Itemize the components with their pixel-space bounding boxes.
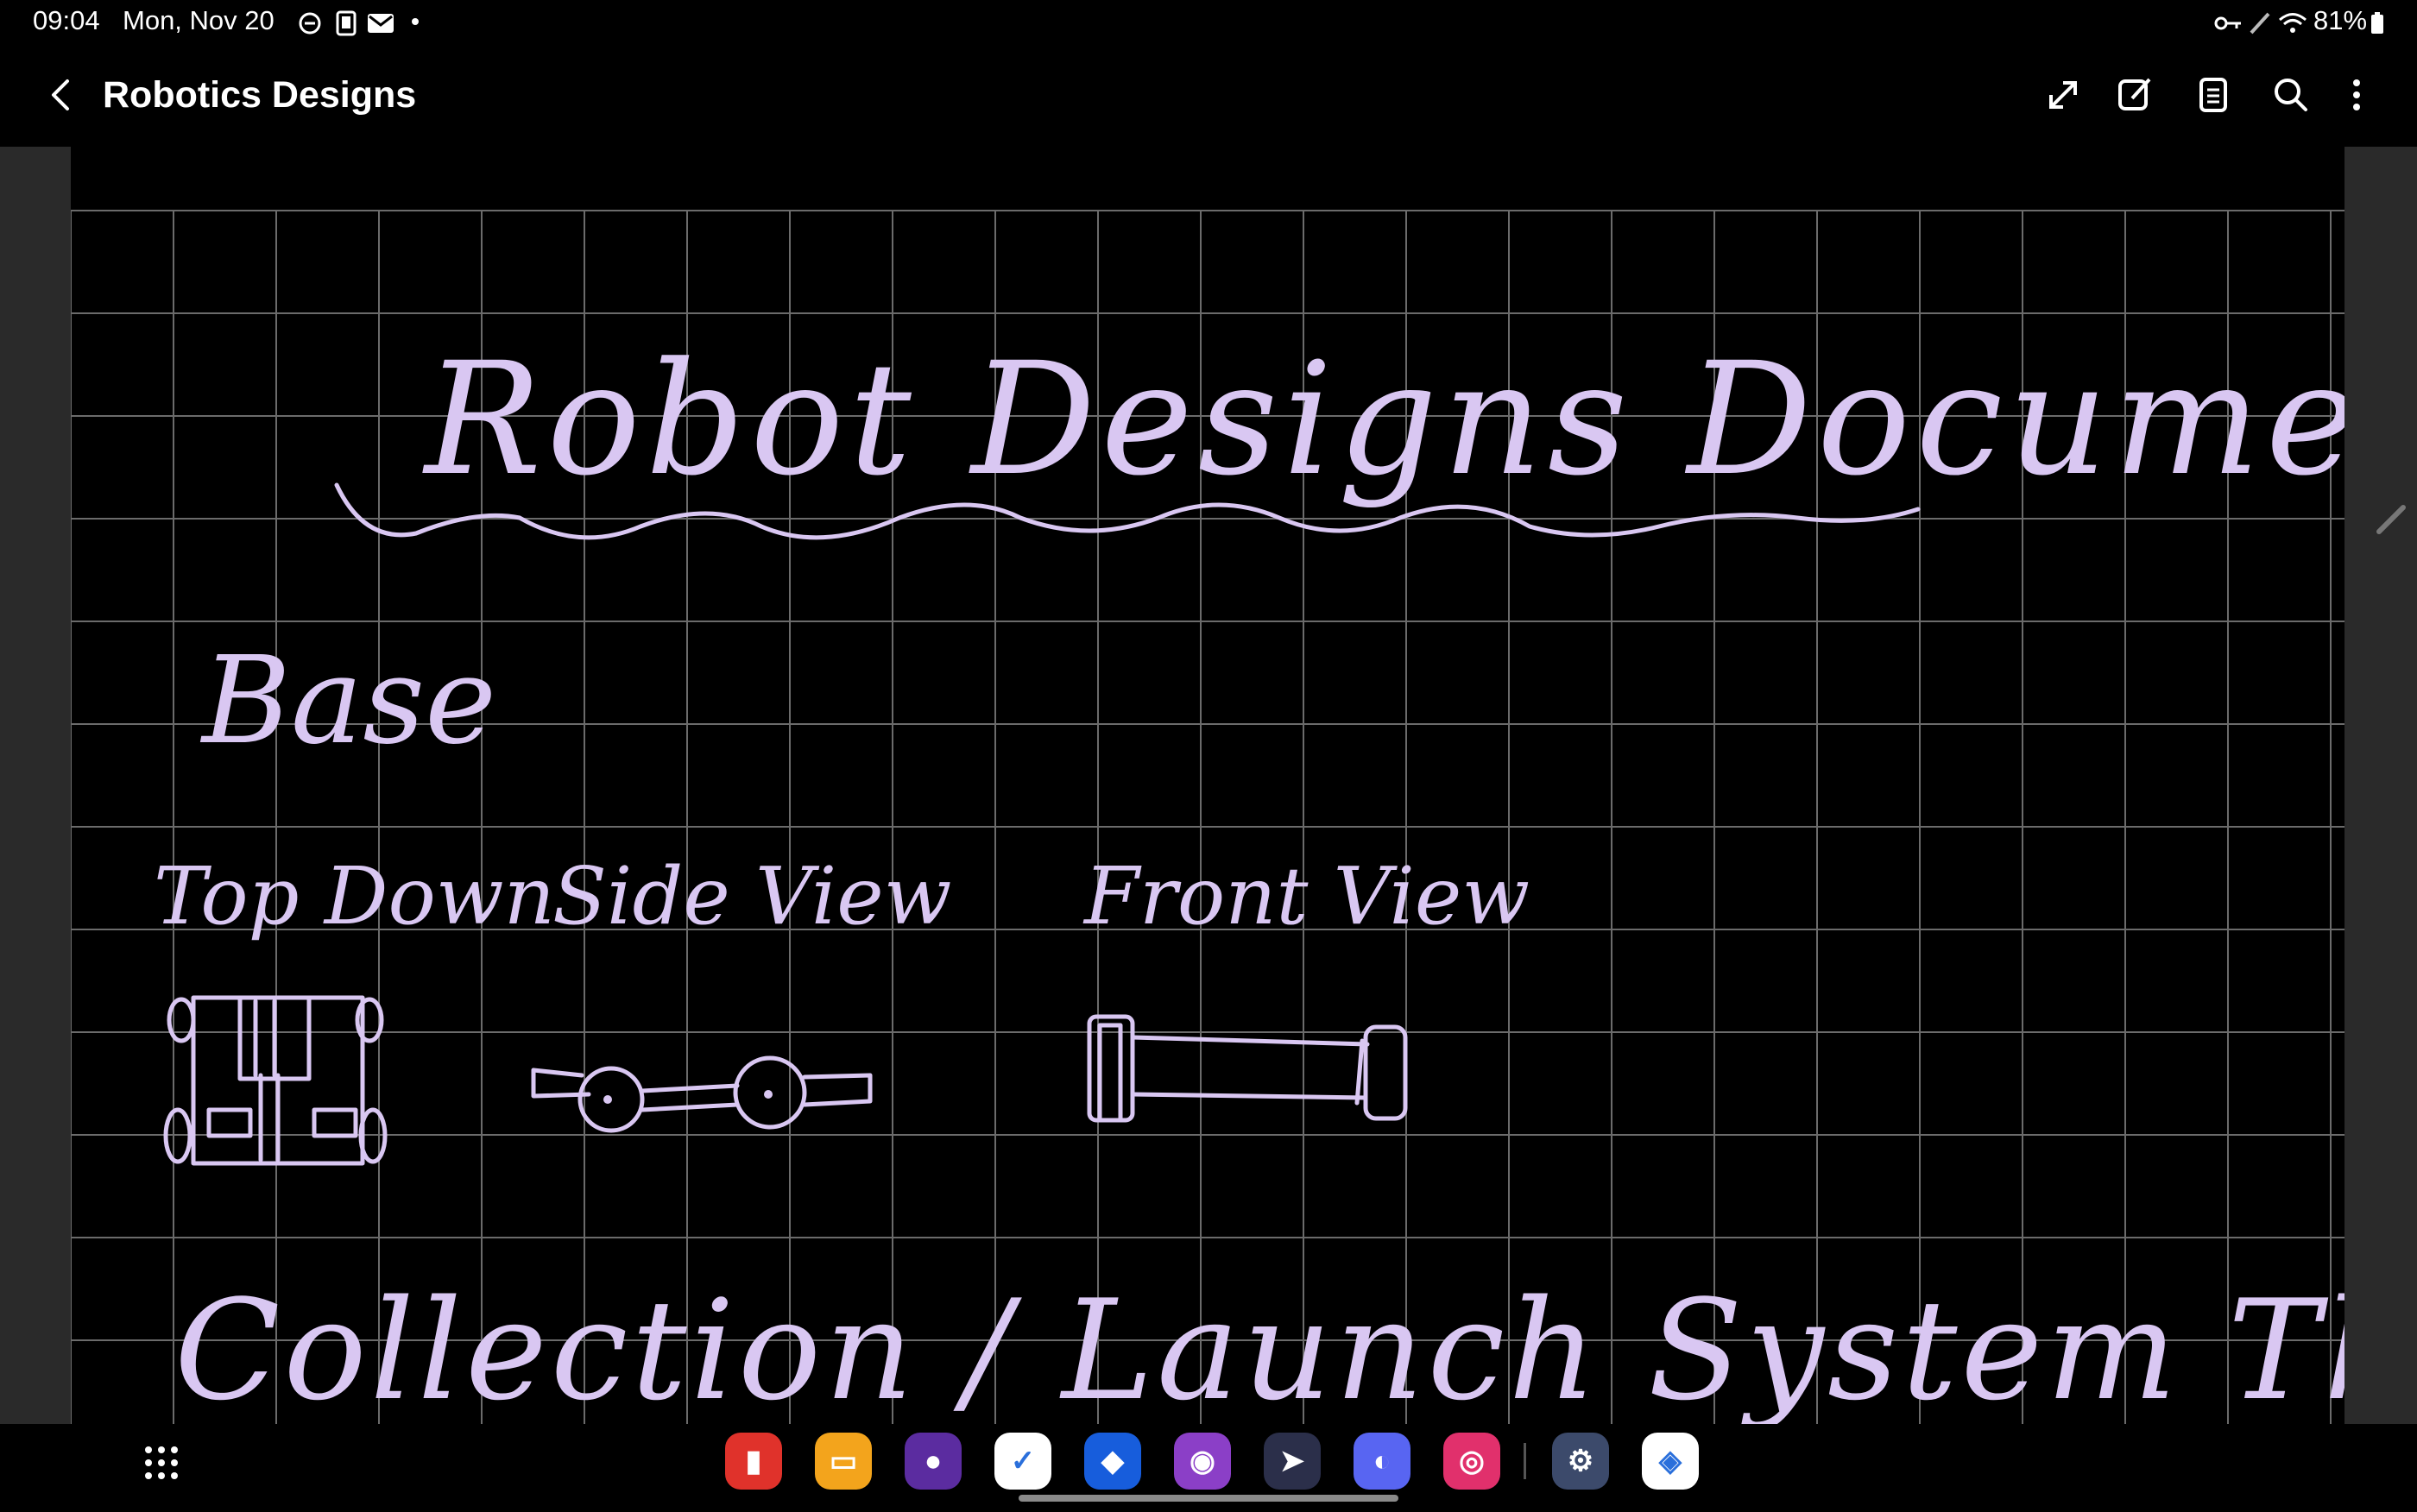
settings-app-icon[interactable]: ⚙ xyxy=(1552,1433,1609,1490)
view-top-down-label: Top Down xyxy=(154,850,555,942)
pages-icon[interactable] xyxy=(2187,69,2239,121)
discord-glyph: ◐ xyxy=(1373,1445,1392,1477)
notes-app-icon[interactable]: ▮ xyxy=(725,1433,782,1490)
key-icon xyxy=(2214,16,2241,30)
phone-screen-icon xyxy=(336,10,357,36)
rocket-app-icon[interactable]: ➤ xyxy=(1264,1433,1321,1490)
search-icon[interactable] xyxy=(2265,69,2317,121)
taskbar: ▮ ▭ ● ✓ ◆ ◉ ➤ ◐ ◎ ⚙ ◈ xyxy=(0,1424,2417,1512)
taskbar-divider xyxy=(1524,1443,1526,1479)
photos-glyph: ◈ xyxy=(1658,1445,1682,1477)
bitwarden-app-icon[interactable]: ◆ xyxy=(1084,1433,1141,1490)
battery-percent: 81% xyxy=(2313,5,2368,35)
all-apps-grid-icon[interactable] xyxy=(140,1441,183,1484)
note-title: Robotics Designs xyxy=(103,74,417,116)
handwriting-canvas: Robot Designs Document Base Top Down Sid… xyxy=(71,210,2344,1424)
heading-text: Robot Designs Document xyxy=(422,330,2344,510)
status-bar: 09:04 Mon, Nov 20 81% xyxy=(0,0,2417,45)
edge-pen-handle-icon[interactable] xyxy=(2372,501,2410,539)
mail-icon xyxy=(368,14,394,33)
section-base-label: Base xyxy=(199,631,496,772)
view-front-label: Front View xyxy=(1082,850,1530,942)
bitwarden-glyph: ◆ xyxy=(1101,1445,1125,1477)
chat-glyph: ◉ xyxy=(1190,1445,1215,1477)
battery-icon xyxy=(2371,12,2383,34)
handwritten-next-heading: Collection / Launch System Theory xyxy=(174,1269,2344,1424)
pen-icon xyxy=(2250,12,2270,35)
notes-glyph: ▮ xyxy=(745,1445,762,1477)
more-options-icon[interactable] xyxy=(2331,69,2382,121)
files-glyph: ▭ xyxy=(829,1445,858,1477)
files-app-icon[interactable]: ▭ xyxy=(815,1433,872,1490)
do-not-disturb-icon xyxy=(299,12,321,35)
app-bar: Robotics Designs xyxy=(0,45,2417,147)
tasks-glyph: ✓ xyxy=(1010,1445,1036,1477)
wifi-icon xyxy=(2279,13,2307,33)
expand-icon[interactable] xyxy=(2037,69,2089,121)
left-margin xyxy=(0,147,71,1424)
edit-icon[interactable] xyxy=(2110,69,2161,121)
settings-glyph: ⚙ xyxy=(1567,1445,1594,1477)
status-time: 09:04 xyxy=(33,5,100,35)
back-button[interactable] xyxy=(35,69,86,121)
status-date: Mon, Nov 20 xyxy=(123,5,275,35)
instagram-glyph: ◎ xyxy=(1459,1445,1485,1477)
note-canvas[interactable]: Robot Designs Document Base Top Down Sid… xyxy=(71,147,2344,1424)
chat-app-icon[interactable]: ◉ xyxy=(1174,1433,1231,1490)
firefox-glyph: ● xyxy=(924,1445,943,1477)
firefox-app-icon[interactable]: ● xyxy=(905,1433,962,1490)
dot-icon xyxy=(412,18,419,25)
right-margin xyxy=(2344,147,2417,1424)
photos-app-icon[interactable]: ◈ xyxy=(1642,1433,1699,1490)
gesture-handle[interactable] xyxy=(1019,1495,1398,1502)
rocket-glyph: ➤ xyxy=(1279,1445,1305,1477)
handwritten-heading: Robot Designs Document xyxy=(334,330,2344,540)
instagram-app-icon[interactable]: ◎ xyxy=(1443,1433,1500,1490)
tasks-app-icon[interactable]: ✓ xyxy=(994,1433,1051,1490)
discord-app-icon[interactable]: ◐ xyxy=(1354,1433,1410,1490)
next-heading-text: Collection / Launch System Theory xyxy=(174,1269,2344,1424)
view-side-label: Side View xyxy=(552,850,951,942)
